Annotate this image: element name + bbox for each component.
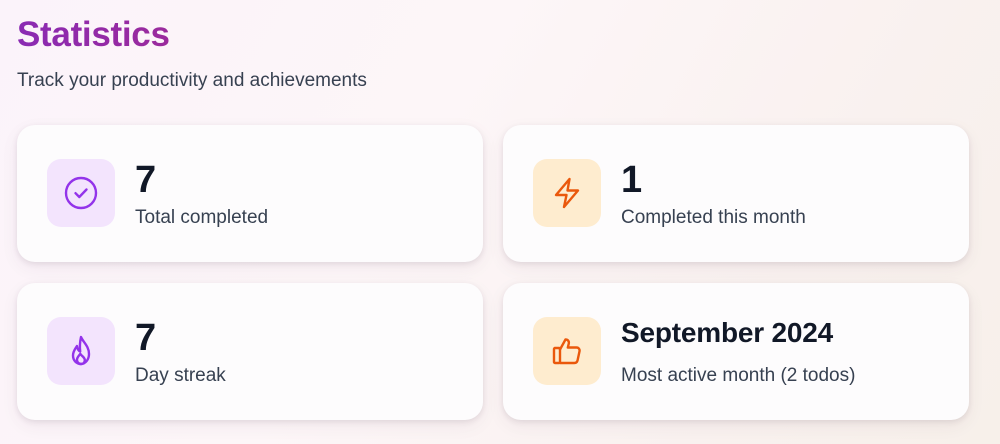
stat-value: 7 — [135, 317, 157, 359]
stat-value: 1 — [621, 159, 643, 201]
stat-label: Most active month (2 todos) — [621, 365, 856, 386]
flame-icon — [47, 317, 115, 385]
page-title: Statistics — [17, 15, 170, 54]
stat-card-most-active-month: September 2024 Most active month (2 todo… — [503, 283, 969, 420]
stat-card-day-streak: 7 Day streak — [17, 283, 483, 420]
check-circle-icon — [47, 159, 115, 227]
thumbs-up-icon — [533, 317, 601, 385]
page-subtitle: Track your productivity and achievements — [17, 70, 367, 91]
lightning-bolt-icon — [533, 159, 601, 227]
stat-label: Completed this month — [621, 207, 806, 228]
stat-label: Day streak — [135, 365, 226, 386]
stat-value: September 2024 — [621, 317, 833, 348]
stat-value: 7 — [135, 159, 157, 201]
stat-card-total-completed: 7 Total completed — [17, 125, 483, 262]
stat-label: Total completed — [135, 207, 269, 228]
stat-card-completed-this-month: 1 Completed this month — [503, 125, 969, 262]
